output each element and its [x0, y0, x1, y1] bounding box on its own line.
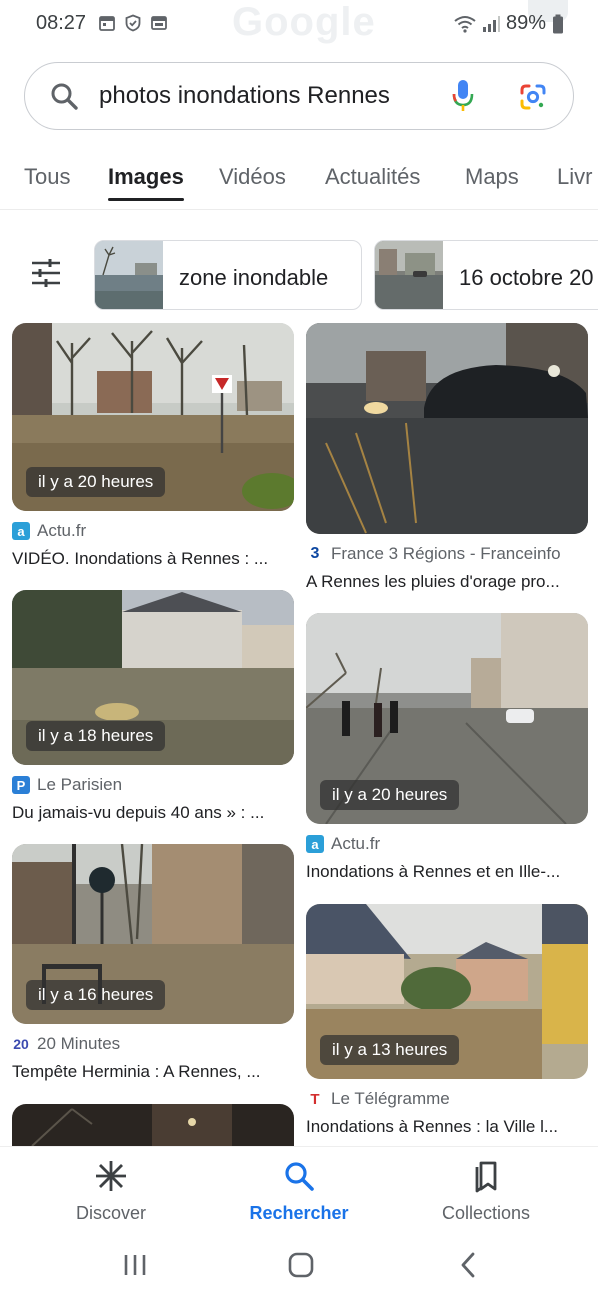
time-badge: il y a 13 heures	[320, 1035, 460, 1065]
result-thumbnail[interactable]	[306, 323, 588, 534]
active-tab-underline	[108, 198, 184, 201]
result-title[interactable]: Tempête Herminia : A Rennes, ...	[12, 1062, 296, 1082]
back-icon[interactable]	[454, 1250, 484, 1280]
chip-thumbnail	[375, 241, 443, 309]
search-type-tabs: Tous Images Vidéos Actualités Maps Livr	[0, 158, 598, 210]
result-source: P Le Parisien	[12, 775, 296, 795]
parisien-favicon-icon: P	[12, 776, 30, 794]
status-bar: Google 08:27 89%	[0, 0, 598, 48]
tab-maps[interactable]: Maps	[465, 164, 519, 190]
result-thumbnail[interactable]: il y a 20 heures	[306, 613, 588, 824]
image-result[interactable]: il y a 13 heures T Le Télégramme Inondat…	[306, 904, 590, 1137]
time-badge: il y a 20 heures	[320, 780, 460, 810]
calendar-icon	[99, 16, 115, 31]
night-photo	[12, 1104, 294, 1146]
source-name: Le Parisien	[37, 775, 123, 794]
nav-collections-label: Collections	[441, 1203, 531, 1223]
bottom-navigation: Discover Rechercher Collections	[0, 1146, 598, 1236]
search-icon	[285, 1162, 314, 1191]
result-thumbnail[interactable]: il y a 18 heures	[12, 590, 294, 765]
chip-16-octobre[interactable]: 16 octobre 20	[374, 240, 598, 310]
search-bar[interactable]: photos inondations Rennes	[24, 62, 574, 130]
nav-discover-label: Discover	[75, 1203, 146, 1223]
home-icon[interactable]	[286, 1250, 316, 1280]
tab-livres[interactable]: Livr	[557, 164, 592, 190]
20minutes-favicon-icon: 20	[12, 1035, 30, 1053]
result-source: a Actu.fr	[12, 521, 296, 541]
nav-discover[interactable]: Discover	[31, 1159, 191, 1224]
time-badge: il y a 18 heures	[26, 721, 166, 751]
asterisk-icon	[96, 1161, 126, 1191]
source-name: Actu.fr	[331, 834, 381, 853]
signal-icon	[482, 15, 500, 32]
chip-label: 16 octobre 20	[459, 265, 594, 290]
google-lens-icon[interactable]	[519, 83, 547, 111]
result-title[interactable]: Inondations à Rennes et en Ille-...	[306, 862, 590, 882]
result-thumbnail[interactable]: il y a 16 heures	[12, 844, 294, 1024]
shield-icon	[125, 14, 141, 32]
chip-label: zone inondable	[179, 265, 329, 290]
filter-sliders-icon[interactable]	[30, 258, 62, 288]
status-time: 08:27	[36, 12, 87, 34]
search-icon[interactable]	[49, 81, 79, 111]
microphone-icon[interactable]	[451, 79, 475, 113]
status-right: 89%	[454, 12, 564, 35]
source-name: Le Télégramme	[331, 1089, 450, 1108]
image-result[interactable]: 3 France 3 Régions - Franceinfo A Rennes…	[306, 323, 590, 592]
result-title[interactable]: A Rennes les pluies d'orage pro...	[306, 572, 590, 592]
result-thumbnail[interactable]	[12, 1104, 294, 1146]
tab-images-label: Images	[108, 164, 184, 189]
system-navigation-bar	[0, 1236, 598, 1296]
result-thumbnail[interactable]: il y a 13 heures	[306, 904, 588, 1079]
nav-rechercher[interactable]: Rechercher	[219, 1159, 379, 1224]
status-notification-icons	[98, 14, 168, 32]
telegramme-favicon-icon: T	[306, 1090, 324, 1108]
france3-favicon-icon: 3	[306, 545, 324, 563]
result-title[interactable]: Du jamais-vu depuis 40 ans » : ...	[12, 803, 296, 823]
tab-actualites[interactable]: Actualités	[325, 164, 420, 190]
source-name: France 3 Régions - Franceinfo	[331, 544, 561, 563]
result-thumbnail[interactable]: il y a 20 heures	[12, 323, 294, 511]
gallery-icon	[151, 16, 167, 30]
image-result-partial[interactable]	[12, 1104, 296, 1146]
result-source: 3 France 3 Régions - Franceinfo	[306, 544, 590, 564]
bookmarks-icon	[475, 1161, 497, 1193]
tab-tous[interactable]: Tous	[24, 164, 70, 190]
actu-favicon-icon: a	[12, 522, 30, 540]
actu-favicon-icon: a	[306, 835, 324, 853]
result-source: T Le Télégramme	[306, 1089, 590, 1109]
source-name: Actu.fr	[37, 521, 87, 540]
result-source: 20 20 Minutes	[12, 1034, 296, 1054]
time-badge: il y a 16 heures	[26, 980, 166, 1010]
nav-rechercher-label: Rechercher	[249, 1203, 349, 1223]
image-result[interactable]: il y a 18 heures P Le Parisien Du jamais…	[12, 590, 296, 823]
recent-apps-icon[interactable]	[120, 1250, 150, 1280]
image-result[interactable]: il y a 16 heures 20 20 Minutes Tempête H…	[12, 844, 296, 1082]
ghost-google-logo: Google	[232, 0, 376, 44]
result-title[interactable]: Inondations à Rennes : la Ville l...	[306, 1117, 590, 1137]
source-name: 20 Minutes	[37, 1034, 121, 1053]
battery-percent: 89%	[505, 12, 546, 34]
wifi-icon	[454, 15, 476, 33]
chip-thumbnail	[95, 241, 163, 309]
time-badge: il y a 20 heures	[26, 467, 166, 497]
image-result[interactable]: il y a 20 heures a Actu.fr VIDÉO. Inonda…	[12, 323, 296, 569]
battery-icon	[553, 14, 563, 33]
search-query-text[interactable]: photos inondations Rennes	[99, 82, 390, 110]
image-result[interactable]: il y a 20 heures a Actu.fr Inondations à…	[306, 613, 590, 882]
flood-photo	[306, 323, 588, 534]
chip-zone-inondable[interactable]: zone inondable	[94, 240, 362, 310]
tab-images[interactable]: Images	[108, 164, 184, 201]
result-source: a Actu.fr	[306, 834, 590, 854]
result-title[interactable]: VIDÉO. Inondations à Rennes : ...	[12, 549, 296, 569]
tab-videos[interactable]: Vidéos	[219, 164, 286, 190]
nav-collections[interactable]: Collections	[406, 1159, 566, 1224]
